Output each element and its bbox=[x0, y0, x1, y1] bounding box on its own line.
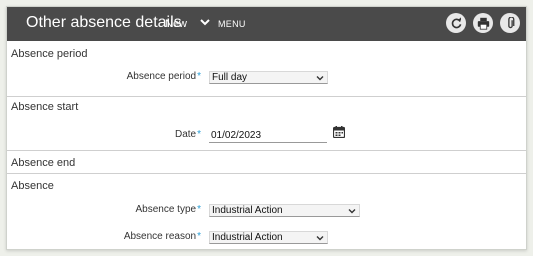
absence-reason-value: Industrial Action bbox=[212, 232, 283, 243]
print-icon bbox=[477, 17, 489, 30]
status-label: New bbox=[165, 18, 188, 30]
absence-reason-select[interactable]: Industrial Action bbox=[209, 231, 328, 244]
absence-period-select[interactable]: Full day bbox=[209, 71, 328, 84]
chevron-down-icon bbox=[316, 76, 324, 81]
required-marker: * bbox=[197, 231, 201, 242]
section-divider bbox=[7, 173, 526, 174]
absence-type-label: Absence type* bbox=[135, 204, 201, 215]
absence-period-value: Full day bbox=[212, 72, 248, 83]
section-title-absence: Absence bbox=[11, 180, 54, 192]
menu-button[interactable]: MENU bbox=[218, 19, 246, 29]
chevron-down-icon bbox=[316, 236, 324, 241]
absence-period-label: Absence period* bbox=[126, 71, 201, 82]
section-title-absence-end: Absence end bbox=[11, 157, 76, 169]
page-title: Other absence details bbox=[26, 14, 182, 31]
attachment-button[interactable] bbox=[500, 13, 520, 33]
paperclip-icon bbox=[507, 16, 514, 28]
print-button[interactable] bbox=[473, 13, 493, 33]
required-marker: * bbox=[197, 204, 201, 215]
chevron-down-icon bbox=[348, 209, 356, 214]
absence-reason-label: Absence reason* bbox=[123, 231, 201, 242]
required-marker: * bbox=[197, 71, 201, 82]
refresh-button[interactable] bbox=[446, 13, 466, 33]
absence-type-value: Industrial Action bbox=[212, 205, 283, 216]
date-input[interactable]: 01/02/2023 bbox=[209, 130, 327, 143]
section-divider bbox=[7, 150, 526, 151]
calendar-icon[interactable] bbox=[333, 126, 345, 138]
refresh-icon bbox=[451, 16, 461, 28]
date-label: Date* bbox=[174, 129, 201, 140]
required-marker: * bbox=[197, 129, 201, 140]
chevron-down-icon[interactable] bbox=[199, 16, 211, 28]
absence-details-window: Other absence details New MENU Absence p… bbox=[6, 6, 527, 250]
section-divider bbox=[7, 96, 526, 97]
absence-type-select[interactable]: Industrial Action bbox=[209, 204, 360, 217]
header-bar: Other absence details New MENU bbox=[7, 7, 526, 41]
section-title-absence-start: Absence start bbox=[11, 101, 79, 113]
section-title-absence-period: Absence period bbox=[11, 48, 88, 60]
